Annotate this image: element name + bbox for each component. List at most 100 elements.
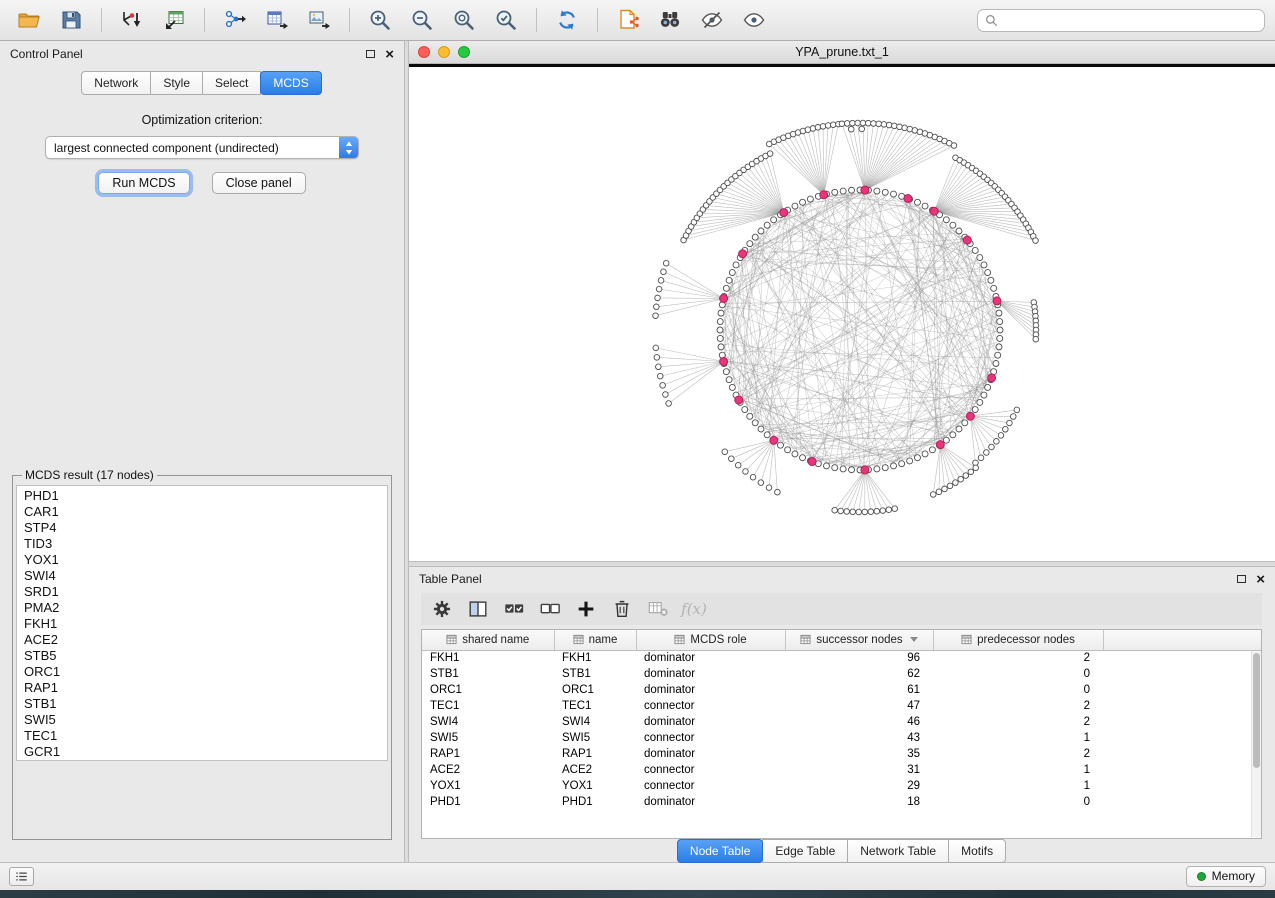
table-cell: dominator	[636, 650, 785, 666]
mcds-result-item[interactable]: SWI5	[17, 712, 387, 728]
float-table-panel-icon[interactable]	[1237, 575, 1246, 583]
share-network-button[interactable]	[609, 4, 647, 36]
table-cell: YOX1	[422, 778, 554, 794]
table-scrollbar-thumb[interactable]	[1253, 653, 1260, 768]
control-panel-title: Control Panel	[10, 47, 83, 61]
toggle-graphics-details-button[interactable]	[693, 4, 731, 36]
criterion-select[interactable]: largest connected component (undirected)	[45, 136, 359, 159]
mcds-result-item[interactable]: CAR1	[17, 504, 387, 520]
search-box[interactable]	[977, 9, 1265, 32]
close-panel-icon[interactable]: ×	[385, 47, 394, 62]
unselect-all-columns-button[interactable]	[537, 596, 563, 622]
table-cell-filler	[1103, 794, 1261, 810]
tab-style[interactable]: Style	[150, 71, 203, 95]
mcds-result-item[interactable]: YOX1	[17, 552, 387, 568]
window-minimize-button[interactable]	[438, 46, 450, 58]
tab-mcds[interactable]: MCDS	[260, 71, 321, 95]
mcds-result-list[interactable]: PHD1CAR1STP4TID3YOX1SWI4SRD1PMA2FKH1ACE2…	[16, 485, 388, 761]
mcds-result-item[interactable]: SWI4	[17, 568, 387, 584]
tab-motifs[interactable]: Motifs	[948, 839, 1006, 863]
table-cell: dominator	[636, 794, 785, 810]
open-session-button[interactable]	[10, 4, 48, 36]
tab-select[interactable]: Select	[202, 71, 261, 95]
float-panel-icon[interactable]	[366, 50, 375, 58]
export-image-button[interactable]	[300, 4, 338, 36]
tab-network-table[interactable]: Network Table	[847, 839, 949, 863]
import-table-button[interactable]	[155, 4, 193, 36]
table-cell: dominator	[636, 666, 785, 682]
zoom-selected-button[interactable]	[487, 4, 525, 36]
mcds-result-item[interactable]: GCR1	[17, 744, 387, 760]
column-attribute-icon	[961, 634, 972, 645]
toolbar-separator	[349, 8, 350, 32]
export-table-button[interactable]	[258, 4, 296, 36]
table-row[interactable]: SWI5SWI5connector431	[422, 730, 1261, 746]
run-mcds-button[interactable]: Run MCDS	[98, 172, 189, 194]
column-header-mcds_role[interactable]: MCDS role	[636, 630, 785, 650]
zoom-sel-icon	[494, 8, 518, 32]
zoom-fit-button[interactable]	[445, 4, 483, 36]
select-all-columns-button[interactable]	[501, 596, 527, 622]
network-window-titlebar[interactable]: YPA_prune.txt_1	[409, 41, 1275, 64]
mcds-result-item[interactable]: STB1	[17, 696, 387, 712]
memory-button[interactable]: Memory	[1186, 866, 1266, 887]
export-network-button[interactable]	[216, 4, 254, 36]
mcds-result-item[interactable]: STB5	[17, 648, 387, 664]
search-input[interactable]	[1003, 13, 1258, 27]
table-row[interactable]: PHD1PHD1dominator180	[422, 794, 1261, 810]
zoom-out-button[interactable]	[403, 4, 441, 36]
mcds-result-item[interactable]: SRD1	[17, 584, 387, 600]
export-img-icon	[307, 8, 331, 32]
column-header-shared_name[interactable]: shared name	[422, 630, 554, 650]
table-cell: 2	[933, 650, 1103, 666]
close-panel-button[interactable]: Close panel	[212, 172, 306, 194]
find-button[interactable]	[651, 4, 689, 36]
mcds-result-item[interactable]: TID3	[17, 536, 387, 552]
table-cell-filler	[1103, 682, 1261, 698]
tab-edge-table[interactable]: Edge Table	[762, 839, 848, 863]
table-cell: SWI5	[554, 730, 636, 746]
tab-network[interactable]: Network	[81, 71, 151, 95]
table-row[interactable]: YOX1YOX1connector291	[422, 778, 1261, 794]
mcds-result-item[interactable]: RAP1	[17, 680, 387, 696]
table-settings-button[interactable]	[429, 596, 455, 622]
show-panels-menu-button[interactable]	[9, 867, 34, 886]
mcds-result-item[interactable]: FKH1	[17, 616, 387, 632]
table-row[interactable]: FKH1FKH1dominator962	[422, 650, 1261, 666]
mcds-result-item[interactable]: STP4	[17, 520, 387, 536]
window-zoom-button[interactable]	[458, 46, 470, 58]
refresh-view-button[interactable]	[548, 4, 586, 36]
table-row[interactable]: SWI4SWI4dominator462	[422, 714, 1261, 730]
column-header-predecessor_nodes[interactable]: predecessor nodes	[933, 630, 1103, 650]
mcds-result-item[interactable]: PHD1	[17, 488, 387, 504]
mcds-result-item[interactable]: TEC1	[17, 728, 387, 744]
show-graphics-details-button[interactable]	[735, 4, 773, 36]
close-table-panel-icon[interactable]: ×	[1256, 572, 1265, 587]
column-header-successor_nodes[interactable]: successor nodes	[785, 630, 933, 650]
show-columns-button[interactable]	[465, 596, 491, 622]
create-column-button[interactable]	[573, 596, 599, 622]
mcds-result-item[interactable]: ORC1	[17, 664, 387, 680]
table-row[interactable]: ACE2ACE2connector311	[422, 762, 1261, 778]
table-row[interactable]: RAP1RAP1dominator352	[422, 746, 1261, 762]
table-row[interactable]: ORC1ORC1dominator610	[422, 682, 1261, 698]
save-session-button[interactable]	[52, 4, 90, 36]
column-header-name[interactable]: name	[554, 630, 636, 650]
eye-icon	[742, 8, 766, 32]
mcds-result-item[interactable]: ACE2	[17, 632, 387, 648]
zoom-in-button[interactable]	[361, 4, 399, 36]
table-row[interactable]: TEC1TEC1connector472	[422, 698, 1261, 714]
tab-node-table[interactable]: Node Table	[677, 839, 764, 863]
mcds-result-item[interactable]: PMA2	[17, 600, 387, 616]
table-row[interactable]: STB1STB1dominator620	[422, 666, 1261, 682]
table-cell: 31	[785, 762, 933, 778]
window-close-button[interactable]	[418, 46, 430, 58]
delete-columns-button[interactable]	[609, 596, 635, 622]
table-panel: Table Panel × f(x) shared namenameMCDS r…	[409, 567, 1275, 862]
mcds-action-buttons: Run MCDS Close panel	[0, 172, 404, 194]
list-icon	[14, 869, 29, 884]
network-view[interactable]	[409, 67, 1275, 561]
import-network-button[interactable]	[113, 4, 151, 36]
table-scrollbar[interactable]	[1251, 651, 1261, 837]
function-builder-button: f(x)	[681, 596, 707, 622]
